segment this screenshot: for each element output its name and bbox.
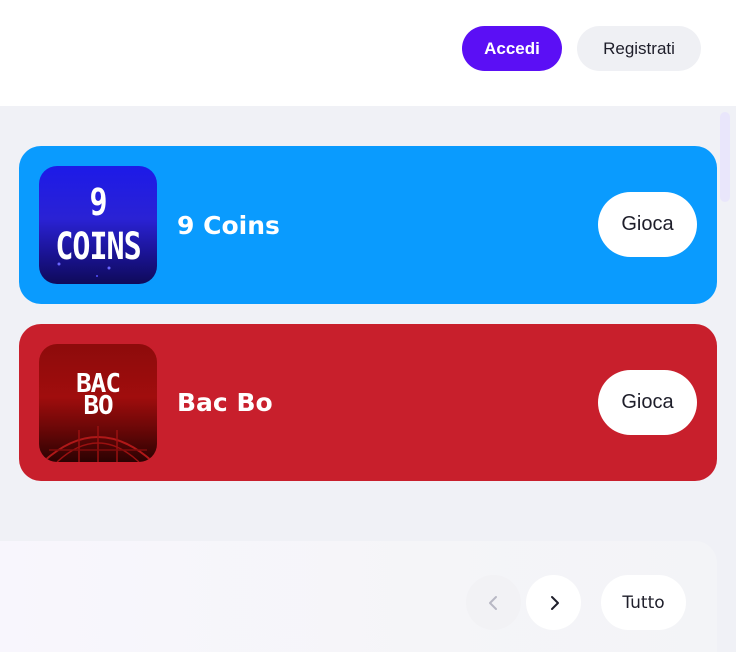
view-all-button[interactable]: Tutto — [601, 575, 686, 630]
thumbnail-logo-text: BAC BO — [76, 371, 121, 419]
register-button[interactable]: Registrati — [577, 26, 701, 71]
game-card-bac-bo[interactable]: BAC BO Bac Bo Gioca — [19, 324, 717, 481]
game-thumbnail-9-coins[interactable]: 9 COINS — [39, 166, 157, 284]
thumbnail-logo-text: 9 COINS — [55, 181, 141, 269]
play-button[interactable]: Gioca — [598, 192, 697, 257]
login-button[interactable]: Accedi — [462, 26, 562, 71]
carousel-panel: Tutto — [0, 541, 717, 652]
chevron-left-icon — [488, 595, 497, 610]
scrollbar[interactable] — [720, 112, 730, 202]
carousel-next-button[interactable] — [526, 575, 581, 630]
game-thumbnail-bac-bo[interactable]: BAC BO — [39, 344, 157, 462]
game-title: Bac Bo — [177, 388, 273, 417]
play-button[interactable]: Gioca — [598, 370, 697, 435]
game-title: 9 Coins — [177, 210, 280, 240]
game-card-9-coins[interactable]: 9 COINS 9 Coins Gioca — [19, 146, 717, 304]
top-header: Accedi Registrati — [0, 0, 736, 106]
carousel-prev-button[interactable] — [466, 575, 521, 630]
chevron-right-icon — [550, 595, 559, 610]
